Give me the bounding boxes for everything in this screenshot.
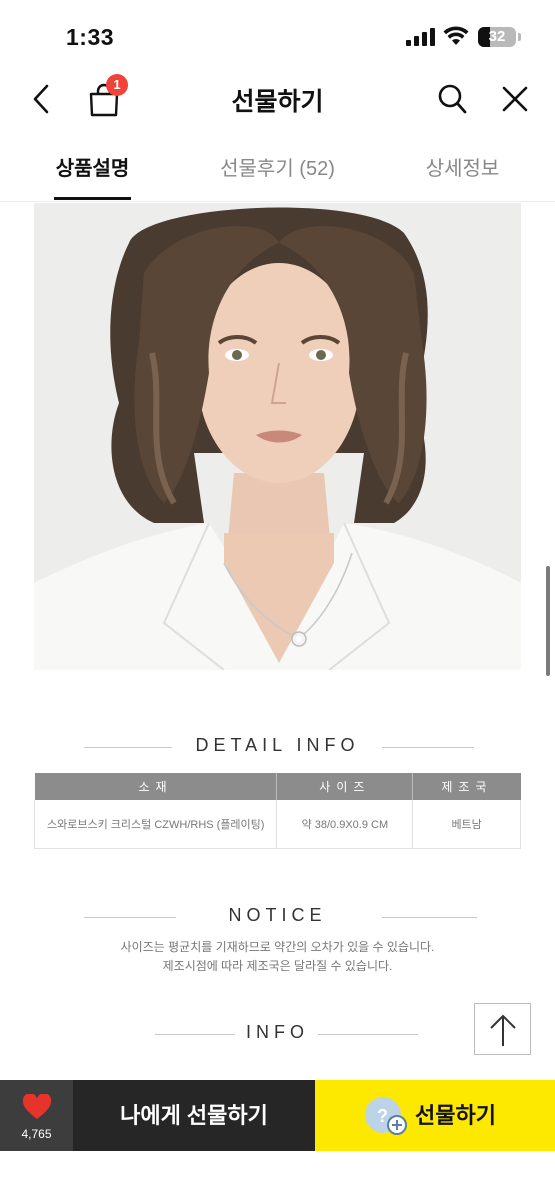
- model-wearing-necklace-image: [34, 203, 521, 670]
- search-icon[interactable]: [436, 82, 468, 116]
- battery-icon: 32: [478, 27, 516, 47]
- info-heading: INFO: [0, 1022, 555, 1046]
- tab-details[interactable]: 상세정보: [420, 152, 505, 181]
- notice-title: NOTICE: [228, 905, 327, 925]
- spec-material-value: 스와로브스키 크리스털 CZWH/RHS (플레이팅): [33, 800, 278, 849]
- svg-text:?: ?: [377, 1106, 388, 1126]
- spec-header-material: 소재: [34, 773, 278, 800]
- gift-button[interactable]: ? 선물하기: [315, 1080, 555, 1151]
- battery-cap: [518, 33, 521, 41]
- detail-info-title: DETAIL INFO: [195, 735, 360, 755]
- gift-button-label: 선물하기: [415, 1103, 496, 1128]
- spec-size-value: 약 38/0.9X0.9 CM: [276, 800, 414, 849]
- gift-recipient-icon: ?: [365, 1097, 407, 1135]
- close-icon[interactable]: [500, 84, 530, 114]
- notice-line-1: 사이즈는 평균치를 기재하므로 약간의 오차가 있을 수 있습니다.: [120, 940, 435, 954]
- spec-header-country: 제조국: [412, 773, 521, 800]
- gift-to-me-button[interactable]: 나에게 선물하기: [73, 1080, 315, 1151]
- like-button[interactable]: 4,765: [0, 1080, 73, 1151]
- status-bar: 1:33 32: [0, 0, 555, 70]
- heart-icon: [22, 1094, 52, 1119]
- wifi-icon: [443, 26, 469, 45]
- notice-heading: NOTICE: [0, 905, 555, 929]
- status-time: 1:33: [66, 24, 115, 50]
- app-header: 1 선물하기: [0, 70, 555, 130]
- arrow-up-icon: [490, 1014, 516, 1046]
- spec-header-size: 사이즈: [276, 773, 414, 800]
- info-title: INFO: [246, 1022, 309, 1042]
- bottom-action-bar: 4,765 나에게 선물하기 ? 선물하기: [0, 1080, 555, 1151]
- cellular-signal-icon: [406, 28, 435, 46]
- table-row: 스와로브스키 크리스털 CZWH/RHS (플레이팅) 약 38/0.9X0.9…: [33, 800, 521, 849]
- active-tab-indicator: [54, 197, 131, 200]
- page-title: 선물하기: [231, 88, 324, 116]
- tab-description[interactable]: 상품설명: [54, 152, 131, 181]
- scroll-to-top-button[interactable]: [474, 1003, 531, 1055]
- notice-line-2: 제조시점에 따라 제조국은 달라질 수 있습니다.: [162, 959, 393, 973]
- battery-level: 32: [488, 28, 506, 45]
- spec-country-value: 베트남: [412, 800, 521, 849]
- detail-info-heading: DETAIL INFO: [0, 735, 555, 759]
- scrollbar[interactable]: [546, 566, 550, 676]
- product-image: [34, 203, 521, 670]
- tab-bar: 상품설명 선물후기 (52) 상세정보: [0, 140, 555, 202]
- like-count: 4,765: [21, 1127, 52, 1141]
- spec-table: 소재 사이즈 제조국 스와로브스키 크리스털 CZWH/RHS (플레이팅) 약…: [33, 773, 521, 849]
- tab-reviews[interactable]: 선물후기 (52): [205, 152, 350, 181]
